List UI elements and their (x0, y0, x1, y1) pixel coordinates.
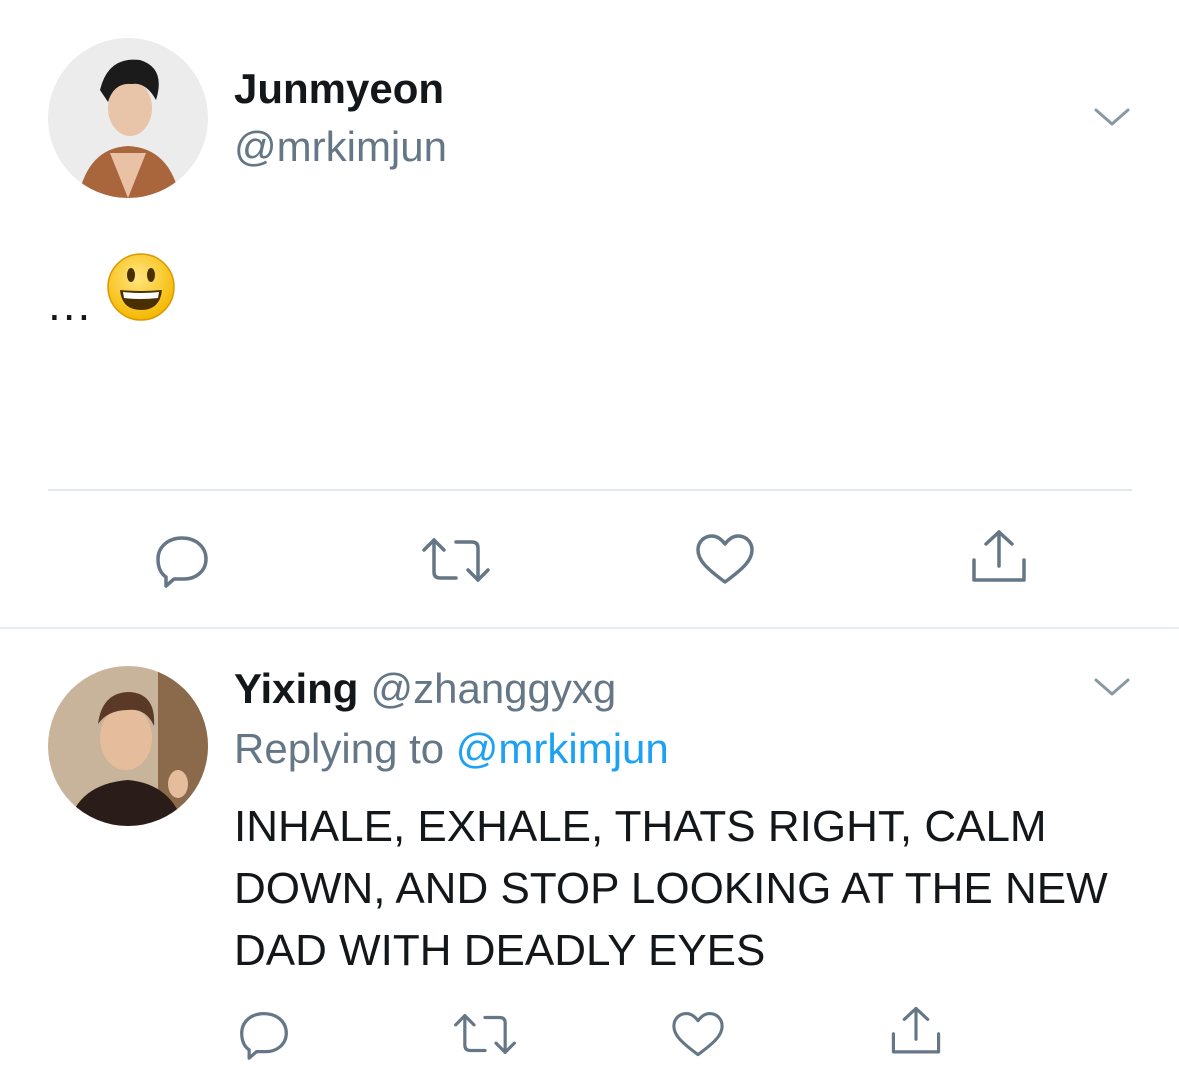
reply-author-display-name[interactable]: Yixing (234, 665, 358, 712)
tweet-body: ... (48, 252, 176, 327)
tweet-text: ... (48, 278, 93, 330)
author-handle[interactable]: @mrkimjun (234, 122, 447, 172)
reply-tweet-text: INHALE, EXHALE, THATS RIGHT, CALM DOWN, … (234, 802, 1108, 975)
replying-prefix: Replying to (234, 725, 445, 772)
share-icon[interactable] (888, 1004, 944, 1060)
author-display-name[interactable]: Junmyeon (234, 64, 444, 114)
heart-icon[interactable] (694, 532, 756, 588)
replying-mention-link[interactable]: @mrkimjun (456, 725, 669, 772)
reply-author-avatar[interactable] (48, 666, 208, 826)
reply-icon[interactable] (236, 1008, 292, 1060)
divider (48, 489, 1132, 491)
replying-to: Replying to @mrkimjun (234, 724, 669, 774)
retweet-icon[interactable] (452, 1008, 518, 1060)
tweet-separator (0, 627, 1179, 629)
reply-author-handle[interactable]: @zhanggyxg (370, 665, 616, 712)
author-avatar[interactable] (48, 38, 208, 198)
grinning-face-emoji (106, 252, 176, 327)
reply-author-line: Yixing @zhanggyxg (234, 664, 616, 714)
reply-icon[interactable] (152, 532, 212, 588)
heart-icon[interactable] (670, 1010, 726, 1060)
chevron-down-icon[interactable] (1090, 672, 1134, 700)
chevron-down-icon[interactable] (1090, 102, 1134, 130)
share-icon[interactable] (968, 528, 1030, 588)
retweet-icon[interactable] (420, 532, 492, 588)
